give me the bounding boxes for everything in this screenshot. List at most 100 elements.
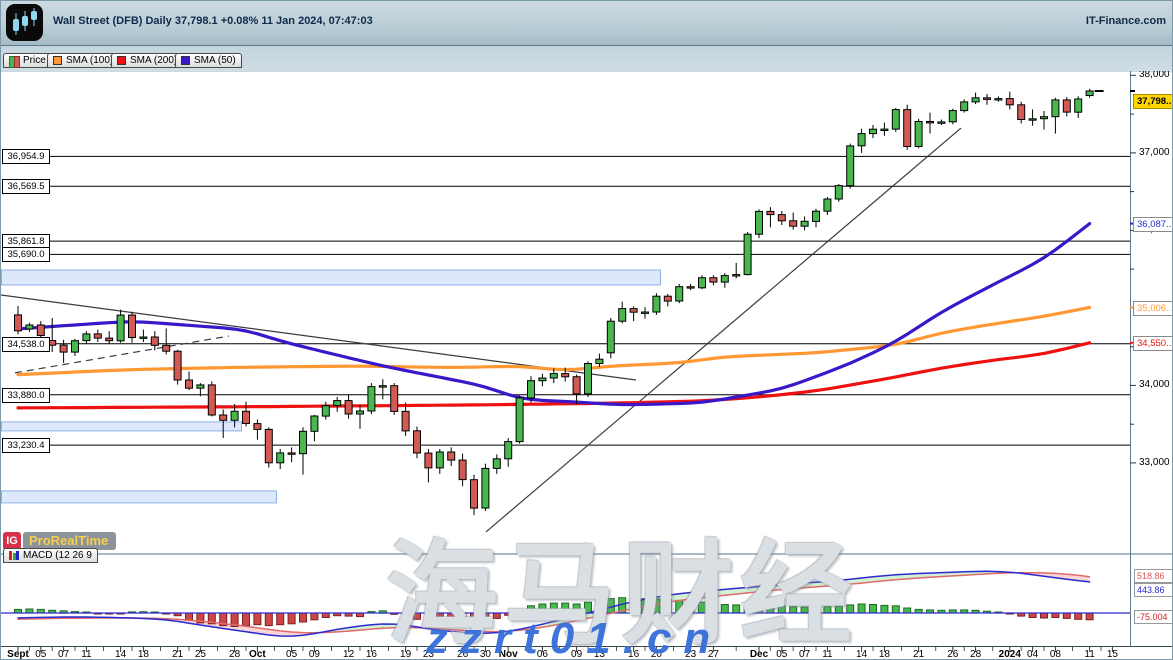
candle-dec-21 <box>915 122 922 147</box>
date-label: 28 <box>970 649 981 660</box>
date-label: 05 <box>286 649 297 660</box>
candlestick-logo-icon <box>6 4 43 41</box>
candle-nov-1 <box>505 442 512 459</box>
date-label: 09 <box>309 649 320 660</box>
candle-nov-24 <box>699 278 706 288</box>
candle-oct-2 <box>254 424 261 430</box>
chart-title: Wall Street (DFB) Daily 37,798.1 +0.08% … <box>53 15 373 27</box>
macd-histogram-bar <box>676 600 683 613</box>
candle-oct-11 <box>334 401 341 406</box>
candle-nov-9 <box>573 377 580 394</box>
macd-signal-value-label: 518.86 <box>1134 569 1173 583</box>
date-label: 14 <box>115 649 126 660</box>
macd-icon <box>9 551 19 560</box>
sma200-axis-label: 34,550.. <box>1133 336 1173 351</box>
macd-histogram-bar <box>186 613 193 620</box>
price-level-label: 36,954.9 <box>2 149 50 164</box>
candle-dec-26 <box>949 111 956 122</box>
chart-canvas[interactable] <box>1 1 1173 660</box>
candle-dec-20 <box>904 110 911 147</box>
tab-sma200[interactable]: SMA (200) <box>111 53 183 68</box>
candle-sep-26 <box>208 385 215 415</box>
date-label: 05 <box>776 649 787 660</box>
candle-nov-3 <box>528 381 535 398</box>
macd-histogram-bar <box>1075 613 1082 619</box>
candle-dec-6 <box>790 221 797 226</box>
candle-jan-8 <box>1052 100 1059 117</box>
candle-sep-4 <box>26 325 33 329</box>
macd-histogram-bar <box>448 613 455 620</box>
candle-oct-12 <box>345 401 352 414</box>
candle-oct-19 <box>402 411 409 431</box>
price-tick-label: 37,000 <box>1139 147 1170 158</box>
candle-oct-9 <box>311 416 318 431</box>
date-label: 11 <box>81 649 91 660</box>
candle-nov-30 <box>744 234 751 274</box>
candle-dec-7 <box>801 221 808 226</box>
candle-dec-1 <box>756 211 763 234</box>
candle-nov-8 <box>562 374 569 377</box>
macd-histogram-bar <box>824 607 831 613</box>
candle-nov-10 <box>585 364 592 394</box>
macd-histogram-bar <box>756 604 763 613</box>
candle-nov-27 <box>710 278 717 282</box>
trading-platform-window: Wall Street (DFB) Daily 37,798.1 +0.08% … <box>0 0 1173 660</box>
price-icon <box>9 56 19 66</box>
candle-dec-22 <box>927 122 934 123</box>
tab-sma50[interactable]: SMA (50) <box>175 53 242 68</box>
sma100-swatch-icon <box>53 56 62 65</box>
candle-oct-27 <box>471 480 478 508</box>
macd-histogram-bar <box>687 601 694 613</box>
sma100-axis-label: 35,006.. <box>1133 301 1173 316</box>
candle-nov-15 <box>619 309 626 322</box>
highlight-band-0 <box>2 270 661 285</box>
macd-histogram-bar <box>733 605 740 613</box>
candle-nov-6 <box>539 378 546 381</box>
tab-sma100[interactable]: SMA (100) <box>47 53 119 68</box>
candle-sep-19 <box>151 337 158 345</box>
trendline-1[interactable] <box>486 128 961 532</box>
candle-oct-18 <box>391 386 398 412</box>
price-level-label: 36,569.5 <box>2 179 50 194</box>
candle-nov-28 <box>721 276 728 283</box>
macd-histogram-bar <box>493 613 500 618</box>
candle-dec-12 <box>835 186 842 199</box>
last-price-axis-label: 37,798.. <box>1133 94 1173 109</box>
candle-dec-28 <box>972 98 979 102</box>
date-label: 20 <box>651 649 662 660</box>
candle-sep-7 <box>60 345 67 352</box>
date-label: 04 <box>1027 649 1038 660</box>
tab-sma100-label: SMA (100) <box>66 55 113 66</box>
candle-jan-1 <box>995 99 1002 100</box>
date-label: 16 <box>366 649 377 660</box>
macd-histogram-bar <box>778 606 785 613</box>
macd-histogram-bar <box>254 613 261 625</box>
date-label: 28 <box>229 649 240 660</box>
candle-nov-22 <box>676 287 683 301</box>
macd-histogram-bar <box>573 604 580 613</box>
highlight-band-1 <box>2 422 242 431</box>
price-tick-label: 33,000 <box>1139 457 1170 468</box>
date-label: 07 <box>58 649 69 660</box>
price-level-label: 33,880.0 <box>2 388 50 403</box>
candle-dec-11 <box>824 199 831 211</box>
date-label: 23 <box>685 649 696 660</box>
sma50-axis-label: 36,087.. <box>1133 217 1173 232</box>
macd-histogram-bar <box>870 605 877 614</box>
macd-histogram-bar <box>277 613 284 625</box>
tab-macd[interactable]: MACD (12 26 9 <box>3 548 98 563</box>
candle-sep-13 <box>106 338 113 341</box>
macd-histogram-bar <box>1029 613 1036 618</box>
macd-histogram-bar <box>1086 613 1093 620</box>
tab-price[interactable]: Price <box>3 53 52 68</box>
price-tick-label: 34,000 <box>1139 379 1170 390</box>
date-label: 16 <box>628 649 639 660</box>
date-label: 21 <box>172 649 183 660</box>
date-label: 18 <box>138 649 149 660</box>
candle-sep-27 <box>220 415 227 420</box>
candle-nov-23 <box>687 287 694 288</box>
date-label: 13 <box>594 649 605 660</box>
macd-histogram-bar <box>744 605 751 614</box>
candle-sep-8 <box>72 341 79 352</box>
ig-logo-icon: IG <box>3 532 21 550</box>
